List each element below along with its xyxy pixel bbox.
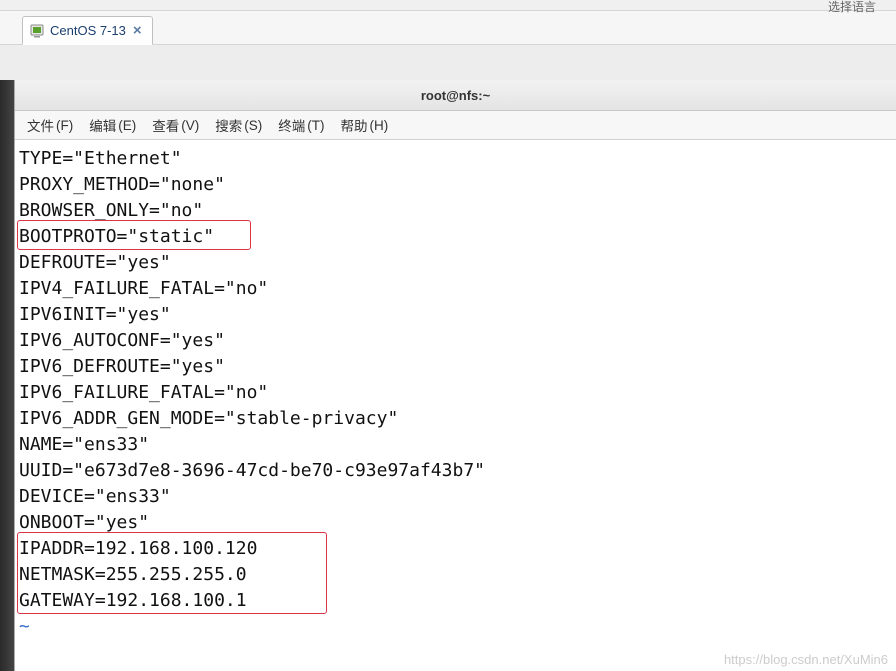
config-line: IPADDR=192.168.100.120 <box>19 536 892 562</box>
menu-accelerator: (F) <box>56 118 73 133</box>
menu-label: 搜索 <box>215 115 242 135</box>
menu-label: 文件 <box>27 115 54 135</box>
config-line: IPV6_DEFROUTE="yes" <box>19 354 892 380</box>
config-line: ONBOOT="yes" <box>19 510 892 536</box>
menu-accelerator: (V) <box>181 118 199 133</box>
config-line: TYPE="Ethernet" <box>19 146 892 172</box>
menu-view[interactable]: 查看(V) <box>146 112 205 138</box>
config-line: NETMASK=255.255.255.0 <box>19 562 892 588</box>
tab-close-button[interactable]: × <box>131 22 144 39</box>
config-line: UUID="e673d7e8-3696-47cd-be70-c93e97af43… <box>19 458 892 484</box>
config-line: GATEWAY=192.168.100.1 <box>19 588 892 614</box>
menu-label: 终端 <box>278 115 305 135</box>
vm-tab[interactable]: CentOS 7-13 × <box>22 16 153 45</box>
config-line: IPV4_FAILURE_FATAL="no" <box>19 276 892 302</box>
window-titlebar[interactable]: root@nfs:~ <box>15 80 896 111</box>
menu-accelerator: (H) <box>370 118 389 133</box>
menu-search[interactable]: 搜索(S) <box>209 112 268 138</box>
vm-left-edge <box>0 80 14 671</box>
menu-bar: 文件(F)编辑(E)查看(V)搜索(S)终端(T)帮助(H) <box>15 111 896 140</box>
menu-help[interactable]: 帮助(H) <box>335 112 395 138</box>
config-line: IPV6INIT="yes" <box>19 302 892 328</box>
config-line: IPV6_FAILURE_FATAL="no" <box>19 380 892 406</box>
vim-empty-line: ~ <box>19 614 892 640</box>
config-line: PROXY_METHOD="none" <box>19 172 892 198</box>
window-title: root@nfs:~ <box>421 88 490 103</box>
config-line: NAME="ens33" <box>19 432 892 458</box>
menu-label: 编辑 <box>89 115 116 135</box>
menu-accelerator: (S) <box>244 118 262 133</box>
menu-accelerator: (E) <box>118 118 136 133</box>
tab-title: CentOS 7-13 <box>50 23 126 38</box>
config-line: DEVICE="ens33" <box>19 484 892 510</box>
menu-label: 查看 <box>152 115 179 135</box>
config-line: BROWSER_ONLY="no" <box>19 198 892 224</box>
config-line: IPV6_AUTOCONF="yes" <box>19 328 892 354</box>
config-line: IPV6_ADDR_GEN_MODE="stable-privacy" <box>19 406 892 432</box>
top-hint-label: 选择语言 <box>828 0 876 15</box>
watermark-text: https://blog.csdn.net/XuMin6 <box>724 652 888 667</box>
menu-terminal[interactable]: 终端(T) <box>272 112 330 138</box>
menu-edit[interactable]: 编辑(E) <box>83 112 142 138</box>
tab-bar: CentOS 7-13 × <box>0 11 896 45</box>
menu-file[interactable]: 文件(F) <box>21 112 79 138</box>
menu-label: 帮助 <box>341 115 368 135</box>
menu-accelerator: (T) <box>307 118 324 133</box>
terminal-window: root@nfs:~ 文件(F)编辑(E)查看(V)搜索(S)终端(T)帮助(H… <box>14 80 896 671</box>
config-line: DEFROUTE="yes" <box>19 250 892 276</box>
terminal-content[interactable]: TYPE="Ethernet"PROXY_METHOD="none"BROWSE… <box>15 140 896 646</box>
vm-icon <box>29 23 45 39</box>
config-line: BOOTPROTO="static" <box>19 224 892 250</box>
